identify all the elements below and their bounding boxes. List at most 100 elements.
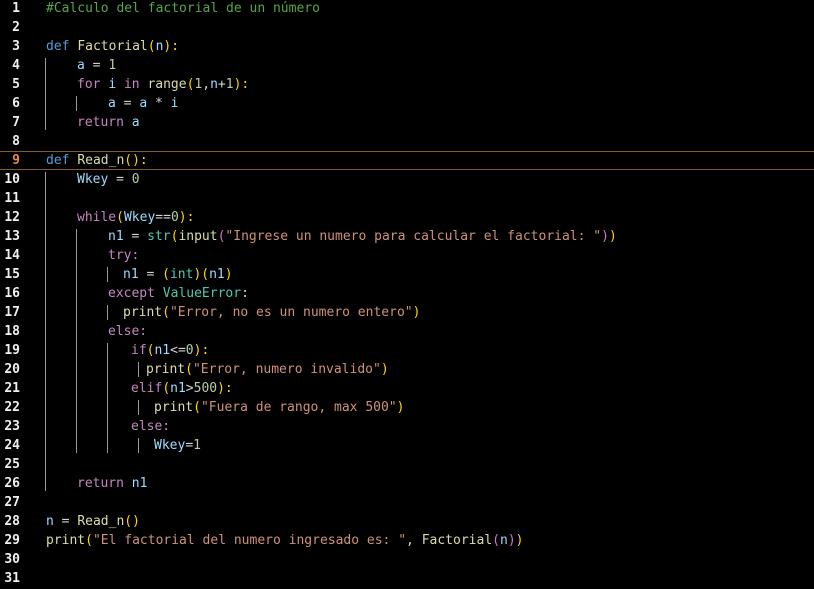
- line-number: 18: [4, 324, 20, 339]
- code-token: (: [116, 210, 124, 225]
- code-token: a: [139, 96, 148, 111]
- code-line[interactable]: 5 for i in range(1,n+1):: [0, 75, 814, 94]
- line-number: 7: [12, 115, 20, 130]
- code-editor[interactable]: 1 #Calculo del factorial de un número 2 3 de…: [0, 0, 814, 589]
- code-text[interactable]: n1 = str(input("Ingrese un numero para c…: [108, 227, 617, 246]
- code-token: Read_n: [77, 514, 125, 529]
- code-text[interactable]: else:: [131, 417, 170, 436]
- code-text[interactable]: elif(n1>500):: [131, 379, 233, 398]
- code-text[interactable]: def Read_n():: [46, 152, 148, 169]
- code-token: except: [108, 286, 163, 301]
- code-token: else:: [131, 419, 171, 434]
- code-token: 0: [131, 172, 140, 187]
- code-line[interactable]: 28 n = Read_n(): [0, 512, 814, 531]
- code-token: *: [147, 96, 171, 111]
- code-line[interactable]: 23 else:: [0, 417, 814, 436]
- code-line[interactable]: 1 #Calculo del factorial de un número: [0, 0, 814, 18]
- code-line[interactable]: 26 return n1: [0, 474, 814, 493]
- code-token: Factorial: [77, 39, 148, 54]
- line-number: 25: [4, 457, 20, 472]
- code-text[interactable]: except ValueError:: [108, 284, 249, 303]
- code-token: (: [85, 533, 93, 548]
- code-text[interactable]: else:: [108, 322, 147, 341]
- code-token: for: [77, 77, 109, 92]
- code-text[interactable]: return n1: [77, 474, 147, 493]
- code-text[interactable]: n1 = (int)(n1): [123, 265, 233, 284]
- code-line[interactable]: 15 n1 = (int)(n1): [0, 265, 814, 284]
- code-token: n1: [170, 381, 186, 396]
- code-line[interactable]: 22 print("Fuera de rango, max 500"): [0, 398, 814, 417]
- code-token: =: [115, 96, 140, 111]
- code-token: while: [77, 210, 117, 225]
- code-token: "Ingrese un numero para calcular el fact…: [225, 229, 602, 244]
- code-line[interactable]: 21 elif(n1>500):: [0, 379, 814, 398]
- code-line[interactable]: 11: [0, 189, 814, 208]
- code-line[interactable]: 4 a = 1: [0, 56, 814, 75]
- code-line[interactable]: 3 def Factorial(n):: [0, 37, 814, 56]
- indent-guide: [138, 362, 139, 377]
- code-line[interactable]: 25: [0, 455, 814, 474]
- code-text[interactable]: a = 1: [77, 56, 116, 75]
- line-number: 14: [4, 248, 20, 263]
- code-line[interactable]: 30: [0, 550, 814, 569]
- code-line[interactable]: 17 print("Error, no es un numero entero"): [0, 303, 814, 322]
- indent-guide: [107, 267, 108, 282]
- code-line[interactable]: 18 else:: [0, 322, 814, 341]
- code-text[interactable]: a = a * i: [108, 94, 178, 113]
- code-line[interactable]: 9 def Read_n():: [0, 151, 814, 170]
- indent-guide: [76, 96, 77, 111]
- code-text[interactable]: print("Error, numero invalido"): [146, 360, 389, 379]
- code-token: str: [147, 229, 171, 244]
- code-text[interactable]: print("Fuera de rango, max 500"): [154, 398, 404, 417]
- code-token: >: [185, 381, 194, 396]
- code-token: range: [147, 77, 187, 92]
- code-token: (: [492, 533, 500, 548]
- code-line[interactable]: 27: [0, 493, 814, 512]
- code-line[interactable]: 8: [0, 132, 814, 151]
- code-line[interactable]: 2: [0, 18, 814, 37]
- code-line[interactable]: 12 while(Wkey==0):: [0, 208, 814, 227]
- code-text[interactable]: def Factorial(n):: [46, 37, 179, 56]
- code-token: ):: [217, 381, 233, 396]
- code-token: +: [217, 77, 226, 92]
- code-line[interactable]: 13 n1 = str(input("Ingrese un numero para…: [0, 227, 814, 246]
- code-token: :: [241, 286, 249, 301]
- code-token: 500: [193, 381, 218, 396]
- code-line[interactable]: 10 Wkey = 0: [0, 170, 814, 189]
- code-token: ): [380, 362, 389, 377]
- code-line[interactable]: 16 except ValueError:: [0, 284, 814, 303]
- code-text[interactable]: print("Error, no es un numero entero"): [123, 303, 420, 322]
- code-text[interactable]: #Calculo del factorial de un número: [46, 0, 320, 18]
- code-token: input: [178, 229, 218, 244]
- code-text[interactable]: Wkey = 0: [77, 170, 140, 189]
- code-text[interactable]: return a: [77, 113, 140, 132]
- code-line[interactable]: 31: [0, 569, 814, 588]
- code-token: ():: [124, 153, 148, 168]
- code-token: ValueError: [162, 286, 242, 301]
- code-token: print: [146, 362, 186, 377]
- code-token: ): [224, 267, 233, 282]
- line-number: 3: [12, 39, 20, 54]
- code-text[interactable]: while(Wkey==0):: [77, 208, 194, 227]
- line-number: 15: [4, 267, 20, 282]
- code-text[interactable]: Wkey=1: [154, 436, 201, 455]
- line-number: 1: [12, 1, 20, 16]
- code-text[interactable]: n = Read_n(): [46, 512, 140, 531]
- code-line[interactable]: 7 return a: [0, 113, 814, 132]
- code-token: n1: [131, 476, 148, 491]
- code-text[interactable]: if(n1<=0):: [131, 341, 209, 360]
- line-number: 24: [4, 438, 20, 453]
- code-line[interactable]: 19 if(n1<=0):: [0, 341, 814, 360]
- code-token: print: [154, 400, 194, 415]
- code-line[interactable]: 29 print("El factorial del numero ingresa…: [0, 531, 814, 550]
- code-line[interactable]: 24 Wkey=1: [0, 436, 814, 455]
- indent-guide: [107, 343, 108, 453]
- code-token: try:: [108, 248, 140, 263]
- code-text[interactable]: print("El factorial del numero ingresado…: [46, 531, 523, 550]
- code-text[interactable]: for i in range(1,n+1):: [77, 75, 249, 94]
- code-text[interactable]: try:: [108, 246, 139, 265]
- code-line[interactable]: 14 try:: [0, 246, 814, 265]
- code-line[interactable]: 6 a = a * i: [0, 94, 814, 113]
- code-line[interactable]: 20 print("Error, numero invalido"): [0, 360, 814, 379]
- code-token: def: [46, 153, 78, 168]
